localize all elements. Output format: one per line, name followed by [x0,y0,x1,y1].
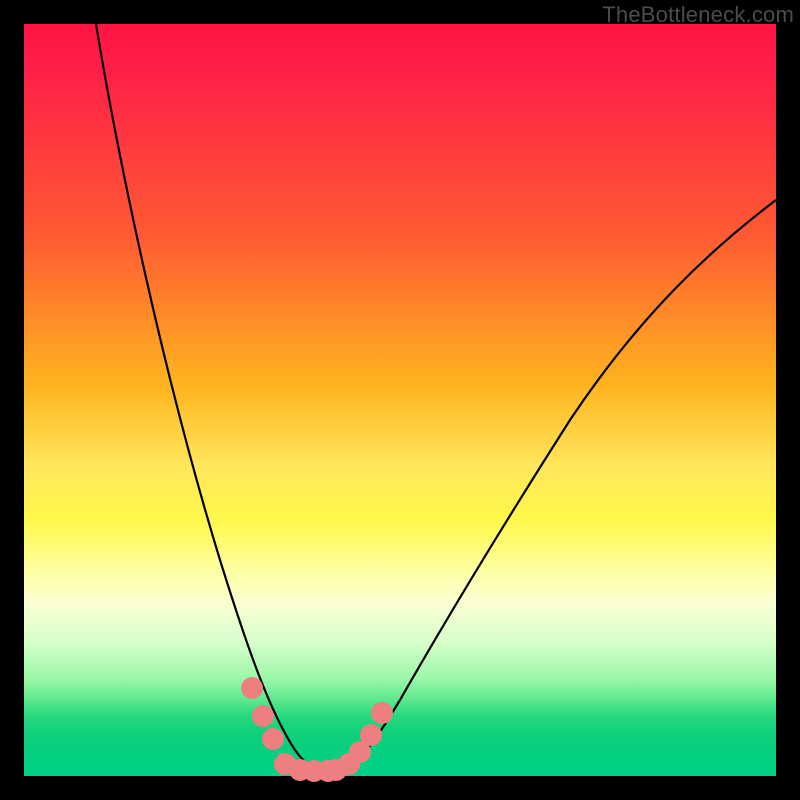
watermark-text: TheBottleneck.com [602,2,794,28]
chart-plot-area [24,24,776,776]
